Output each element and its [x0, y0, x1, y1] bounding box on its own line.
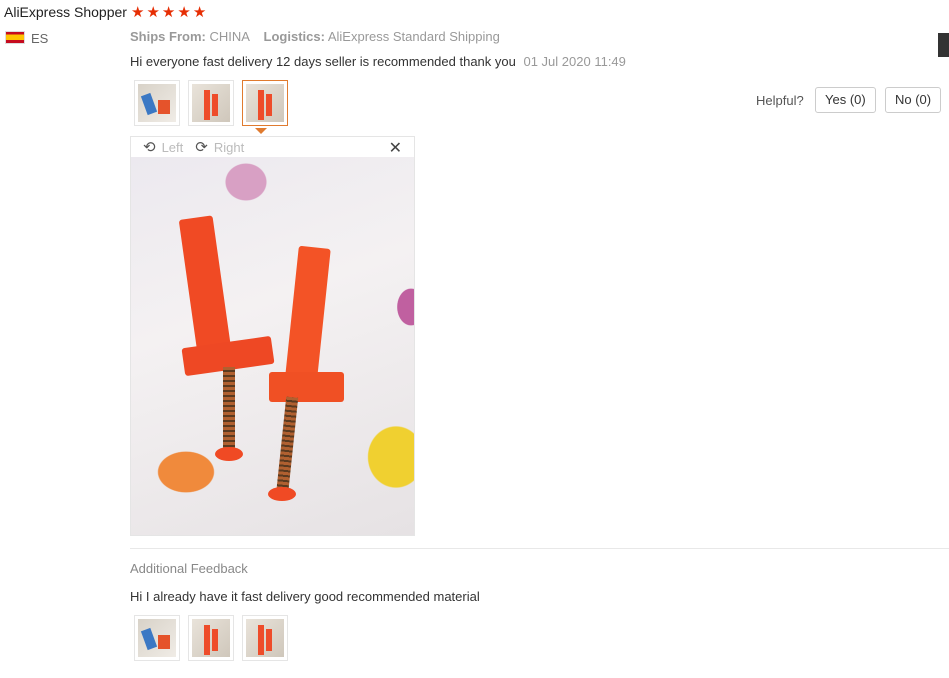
- scrollbar-thumb[interactable]: [938, 33, 949, 57]
- rotate-right-icon[interactable]: ⟳: [195, 138, 208, 156]
- rotate-right-label[interactable]: Right: [214, 140, 244, 155]
- close-icon[interactable]: ✕: [389, 138, 402, 158]
- reviewer-country: ES: [31, 31, 49, 46]
- reviewer-name: AliExpress Shopper: [4, 4, 127, 20]
- review-photo-large: [131, 157, 414, 535]
- star-icon: ★: [146, 4, 160, 21]
- helpful-label: Helpful?: [756, 93, 804, 108]
- review-photo-thumb-3[interactable]: [242, 80, 288, 126]
- section-divider: [130, 548, 949, 549]
- additional-photo-thumb-2[interactable]: [188, 615, 234, 661]
- star-icon: ★: [192, 4, 207, 21]
- rotate-left-icon[interactable]: ⟲: [143, 138, 156, 156]
- review-photo-thumb-2[interactable]: [188, 80, 234, 126]
- logistics-value: AliExpress Standard Shipping: [327, 29, 500, 44]
- star-icon: ★: [177, 4, 191, 21]
- shipping-meta: Ships From: CHINA Logistics: AliExpress …: [130, 29, 510, 44]
- photo-viewer: ⟲ Left ⟳ Right ✕: [130, 136, 415, 536]
- helpful-no-button[interactable]: No (0): [885, 87, 942, 113]
- rotate-left-label[interactable]: Left: [162, 140, 184, 155]
- clamp-foot: [268, 487, 296, 501]
- star-icon: ★: [131, 4, 145, 21]
- active-thumb-pointer: [255, 128, 267, 134]
- clamp-foot: [215, 447, 243, 461]
- clamp-shape: [269, 372, 344, 402]
- review-text: Hi everyone fast delivery 12 days seller…: [130, 54, 516, 69]
- spring-shape: [223, 367, 235, 452]
- additional-feedback-heading: Additional Feedback: [130, 561, 248, 576]
- ships-from-value: CHINA: [209, 29, 250, 44]
- rating-stars: ★ ★ ★ ★ ★: [131, 5, 206, 20]
- ships-from-label: Ships From:: [130, 29, 206, 44]
- helpful-yes-button[interactable]: Yes (0): [815, 87, 876, 113]
- review-date: 01 Jul 2020 11:49: [523, 54, 626, 69]
- review-content: Hi everyone fast delivery 12 days seller…: [130, 54, 626, 69]
- review-photo-thumb-1[interactable]: [134, 80, 180, 126]
- spain-flag-icon: [5, 31, 25, 44]
- additional-feedback-text: Hi I already have it fast delivery good …: [130, 589, 480, 604]
- spring-shape: [275, 396, 299, 498]
- additional-photo-thumb-3[interactable]: [242, 615, 288, 661]
- viewer-toolbar: ⟲ Left ⟳ Right: [131, 137, 414, 157]
- logistics-label: Logistics:: [263, 29, 325, 44]
- additional-photo-thumb-1[interactable]: [134, 615, 180, 661]
- star-icon: ★: [161, 4, 176, 21]
- review-thumbnails: [134, 80, 288, 126]
- additional-thumbnails: [134, 615, 288, 661]
